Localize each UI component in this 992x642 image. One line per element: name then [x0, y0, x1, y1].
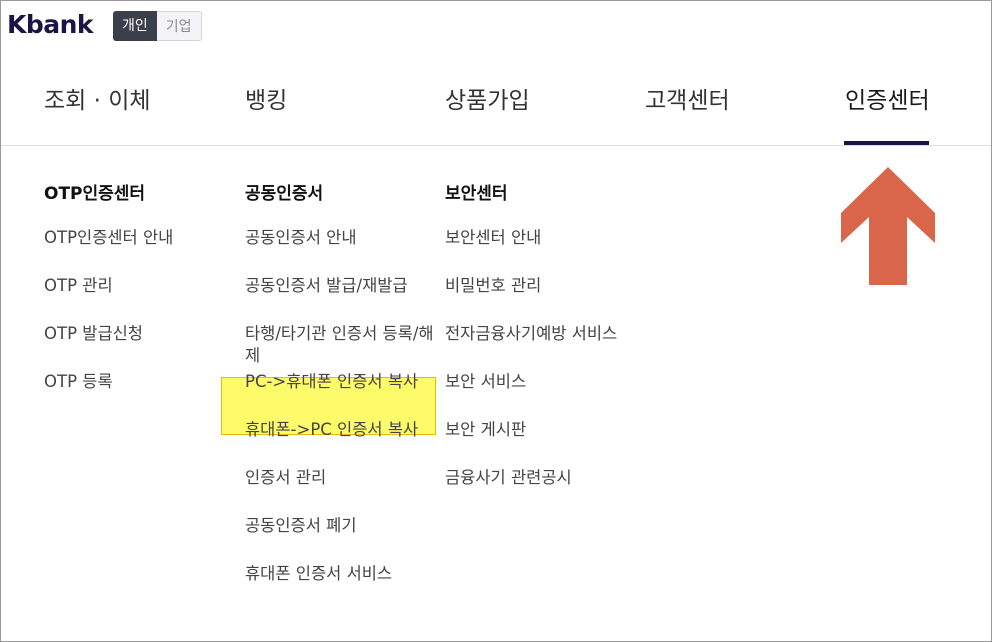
menu-item-security-guide[interactable]: 보안센터 안내: [445, 227, 617, 275]
menu-item-pc-to-phone-copy[interactable]: PC->휴대폰 인증서 복사: [245, 371, 445, 419]
menu-column-otp: OTP인증센터 OTP인증센터 안내 OTP 관리 OTP 발급신청 OTP 등…: [44, 179, 173, 419]
nav-banking[interactable]: 뱅킹: [245, 81, 287, 121]
menu-item-otp-guide[interactable]: OTP인증센터 안내: [44, 227, 173, 275]
kbank-logo[interactable]: Kbank: [7, 7, 94, 43]
menu-item-cert-revoke[interactable]: 공동인증서 폐기: [245, 515, 445, 563]
menu-column-security: 보안센터 보안센터 안내 비밀번호 관리 전자금융사기예방 서비스 보안 서비스…: [445, 179, 617, 515]
security-heading[interactable]: 보안센터: [445, 179, 617, 209]
nav-inquiry-transfer[interactable]: 조회 · 이체: [44, 81, 151, 121]
nav-customer-center[interactable]: 고객센터: [645, 81, 730, 121]
menu-item-security-service[interactable]: 보안 서비스: [445, 371, 617, 419]
menu-item-phone-to-pc-copy[interactable]: 휴대폰->PC 인증서 복사: [245, 419, 445, 467]
menu-item-cert-other-register[interactable]: 타행/타기관 인증서 등록/해제: [245, 323, 445, 371]
menu-item-otp-register[interactable]: OTP 등록: [44, 371, 173, 419]
menu-item-phone-cert-service[interactable]: 휴대폰 인증서 서비스: [245, 563, 445, 611]
menu-item-cert-issue[interactable]: 공동인증서 발급/재발급: [245, 275, 445, 323]
business-tab[interactable]: 기업: [156, 11, 202, 41]
main-nav: 조회 · 이체 뱅킹 상품가입 고객센터 인증센터: [1, 81, 991, 145]
nav-certificate-center[interactable]: 인증센터: [845, 81, 930, 121]
menu-item-password-manage[interactable]: 비밀번호 관리: [445, 275, 617, 323]
nav-products[interactable]: 상품가입: [445, 81, 530, 121]
personal-tab[interactable]: 개인: [113, 11, 157, 41]
menu-column-certificate: 공동인증서 공동인증서 안내 공동인증서 발급/재발급 타행/타기관 인증서 등…: [245, 179, 445, 611]
menu-item-cert-guide[interactable]: 공동인증서 안내: [245, 227, 445, 275]
otp-heading[interactable]: OTP인증센터: [44, 179, 173, 209]
nav-divider: [1, 145, 991, 146]
menu-item-security-board[interactable]: 보안 게시판: [445, 419, 617, 467]
menu-item-otp-apply[interactable]: OTP 발급신청: [44, 323, 173, 371]
kbank-window: Kbank 개인 기업 조회 · 이체 뱅킹 상품가입 고객센터 인증센터 OT…: [0, 0, 992, 642]
menu-item-cert-manage[interactable]: 인증서 관리: [245, 467, 445, 515]
up-arrow-icon: [841, 167, 935, 285]
cert-heading[interactable]: 공동인증서: [245, 179, 445, 209]
menu-item-fraud-prevention[interactable]: 전자금융사기예방 서비스: [445, 323, 617, 371]
customer-type-toggle: 개인 기업: [113, 11, 202, 41]
menu-item-fraud-notice[interactable]: 금융사기 관련공시: [445, 467, 617, 515]
menu-item-otp-manage[interactable]: OTP 관리: [44, 275, 173, 323]
